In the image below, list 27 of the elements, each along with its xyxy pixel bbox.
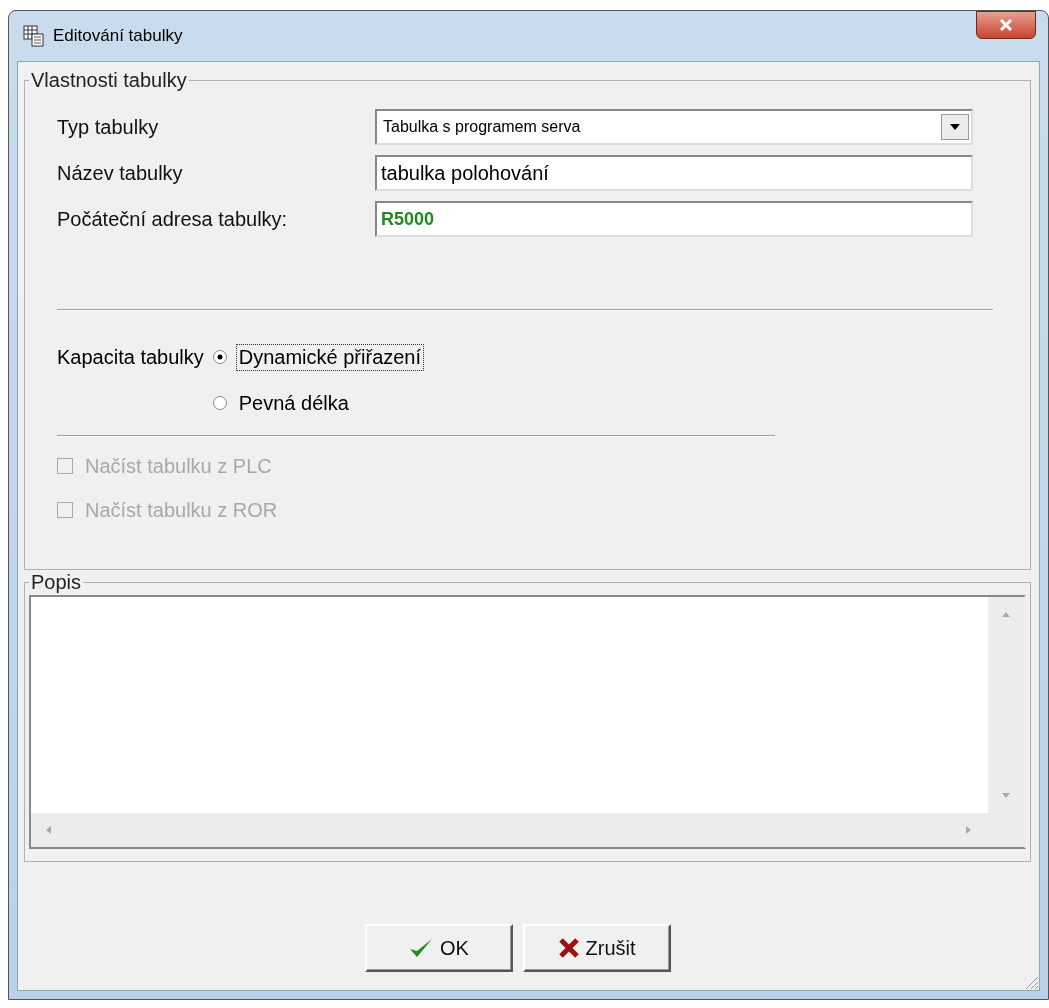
table-edit-icon bbox=[23, 25, 45, 47]
scroll-up-arrow-icon bbox=[1001, 611, 1011, 617]
close-button[interactable] bbox=[976, 11, 1036, 39]
window-title: Editování tabulky bbox=[53, 26, 183, 46]
cancel-button[interactable]: Zrušit bbox=[522, 924, 671, 972]
scroll-left-arrow-icon bbox=[45, 825, 51, 835]
group-title: Popis bbox=[29, 571, 84, 593]
field-label: Název tabulky bbox=[57, 161, 184, 185]
input-field[interactable]: tabulka polohování bbox=[375, 155, 973, 191]
radio-button[interactable] bbox=[211, 395, 228, 411]
group-title: Vlastnosti tabulky bbox=[29, 69, 189, 91]
scroll-down-arrow-icon bbox=[1001, 793, 1011, 799]
horizontal-scrollbar[interactable] bbox=[31, 813, 1024, 847]
field-label: Počáteční adresa tabulky: bbox=[57, 207, 289, 231]
close-icon bbox=[998, 18, 1014, 32]
radio-label[interactable]: Dynamické přiřazení bbox=[235, 343, 425, 371]
radio-button[interactable] bbox=[211, 349, 228, 365]
scroll-right-arrow-icon bbox=[966, 825, 972, 835]
ok-button[interactable]: OK bbox=[364, 924, 513, 972]
field-label: Kapacita tabulky bbox=[57, 345, 204, 370]
address-field[interactable]: R5000 bbox=[375, 201, 973, 237]
type-dropdown[interactable]: Tabulka s programem serva bbox=[375, 109, 973, 145]
resize-grip-icon bbox=[1023, 974, 1039, 990]
radio-label[interactable]: Pevná délka bbox=[235, 389, 352, 417]
cross-icon bbox=[557, 937, 580, 959]
checkmark-icon bbox=[408, 937, 435, 959]
field-label: Typ tabulky bbox=[57, 115, 160, 139]
